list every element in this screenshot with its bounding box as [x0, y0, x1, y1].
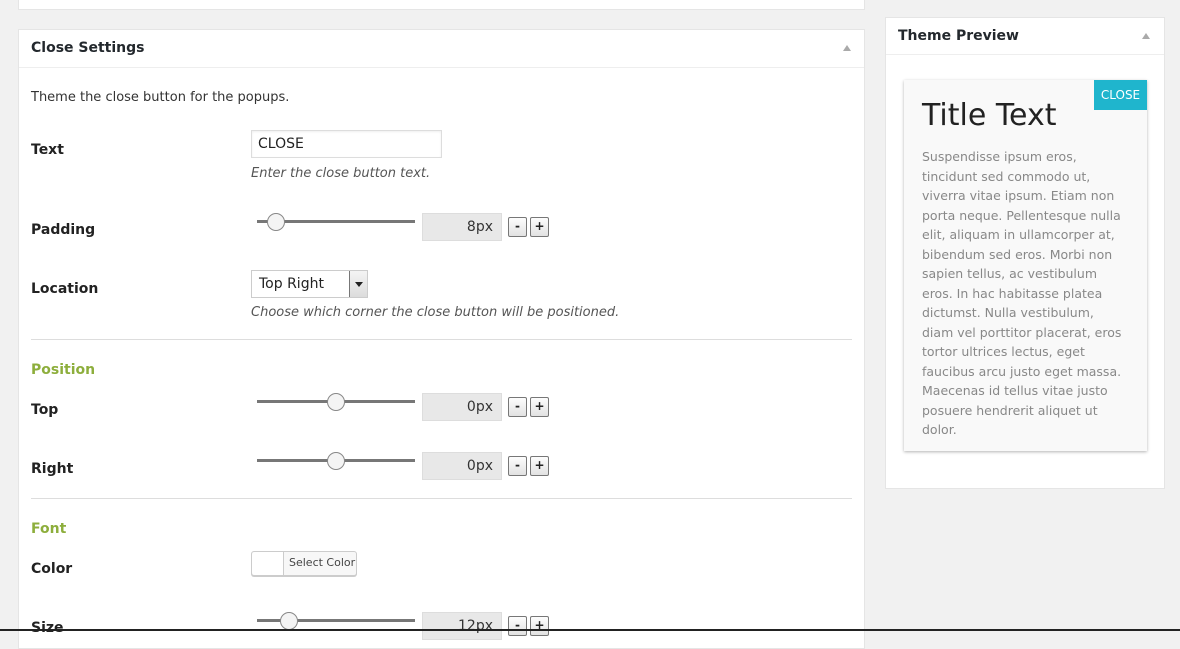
collapse-arrow-icon[interactable]	[843, 45, 851, 51]
text-hint: Enter the close button text.	[251, 166, 431, 181]
popup-preview: CLOSE Title Text Suspendisse ipsum eros,…	[904, 80, 1147, 451]
location-select[interactable]: Top Right	[251, 270, 368, 298]
color-swatch	[252, 552, 284, 575]
preview-close-button[interactable]: CLOSE	[1094, 80, 1147, 110]
size-slider-thumb[interactable]	[279, 612, 298, 630]
chevron-down-icon	[355, 282, 363, 287]
select-color-button[interactable]: Select Color	[251, 551, 357, 576]
window-bottom-edge	[0, 629, 1180, 631]
top-value[interactable]: 0px	[422, 393, 502, 421]
padding-slider-thumb[interactable]	[266, 213, 285, 231]
font-section-title: Font	[31, 521, 67, 537]
right-slider-thumb[interactable]	[327, 452, 345, 470]
top-slider-thumb[interactable]	[327, 393, 345, 411]
right-increment-button[interactable]: +	[530, 456, 549, 476]
padding-value[interactable]: 8px	[422, 213, 502, 241]
top-label: Top	[31, 402, 59, 418]
close-settings-description: Theme the close button for the popups.	[31, 90, 290, 105]
padding-increment-button[interactable]: +	[530, 217, 549, 237]
previous-panel	[18, 0, 865, 10]
close-settings-title: Close Settings	[31, 40, 145, 56]
size-label: Size	[31, 620, 64, 636]
right-decrement-button[interactable]: -	[508, 456, 527, 476]
location-dropdown-button[interactable]	[349, 271, 367, 297]
collapse-arrow-icon[interactable]	[1142, 33, 1150, 39]
select-color-label: Select Color	[289, 556, 356, 569]
location-hint: Choose which corner the close button wil…	[251, 305, 620, 320]
close-settings-panel: Close Settings Theme the close button fo…	[18, 29, 865, 649]
location-label: Location	[31, 281, 99, 297]
divider	[31, 498, 852, 499]
size-value[interactable]: 12px	[422, 612, 502, 640]
preview-popup-title: Title Text	[922, 98, 1057, 133]
location-selected-value: Top Right	[259, 276, 324, 292]
text-label: Text	[31, 142, 64, 158]
color-label: Color	[31, 561, 73, 577]
theme-preview-title: Theme Preview	[898, 28, 1019, 44]
close-text-input[interactable]	[251, 130, 442, 158]
right-label: Right	[31, 461, 74, 477]
top-decrement-button[interactable]: -	[508, 397, 527, 417]
padding-label: Padding	[31, 222, 96, 238]
divider	[31, 339, 852, 340]
position-section-title: Position	[31, 362, 96, 378]
close-settings-header[interactable]: Close Settings	[19, 30, 864, 68]
size-increment-button[interactable]: +	[530, 616, 549, 636]
theme-preview-header[interactable]: Theme Preview	[886, 18, 1164, 55]
theme-preview-panel: Theme Preview CLOSE Title Text Suspendis…	[885, 17, 1165, 489]
top-increment-button[interactable]: +	[530, 397, 549, 417]
preview-popup-body: Suspendisse ipsum eros, tincidunt sed co…	[922, 149, 1122, 437]
size-decrement-button[interactable]: -	[508, 616, 527, 636]
padding-decrement-button[interactable]: -	[508, 217, 527, 237]
right-value[interactable]: 0px	[422, 452, 502, 480]
